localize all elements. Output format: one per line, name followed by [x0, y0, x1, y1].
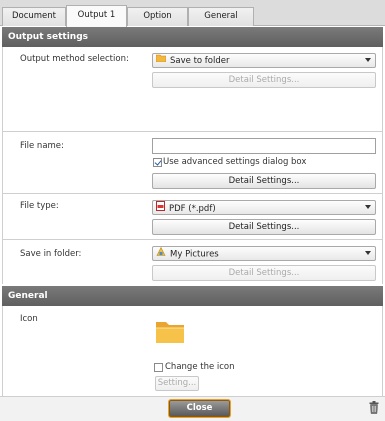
save-folder-detail-settings-button[interactable]: Detail Settings...	[152, 265, 376, 281]
change-icon-label[interactable]: Change the icon	[165, 362, 235, 372]
pictures-folder-icon	[156, 246, 166, 261]
divider	[2, 193, 383, 194]
chevron-down-icon	[365, 58, 371, 62]
output-settings-header: Output settings	[2, 27, 383, 47]
method-detail-settings-button[interactable]: Detail Settings...	[152, 72, 376, 88]
output-method-label: Output method selection:	[20, 54, 129, 64]
icon-label: Icon	[20, 314, 38, 324]
save-folder-value: My Pictures	[170, 249, 219, 260]
chevron-down-icon	[365, 205, 371, 209]
file-type-detail-settings-button[interactable]: Detail Settings...	[152, 219, 376, 235]
advanced-settings-checkbox[interactable]	[153, 158, 162, 167]
file-type-dropdown[interactable]: PDF (*.pdf)	[152, 200, 376, 215]
tab-general[interactable]: General	[188, 7, 254, 26]
chevron-down-icon	[365, 251, 371, 255]
file-type-label: File type:	[20, 201, 59, 211]
tab-document[interactable]: Document	[2, 7, 66, 26]
tab-output-1[interactable]: Output 1	[66, 5, 127, 27]
folder-preview-icon	[155, 318, 185, 344]
file-name-label: File name:	[20, 141, 64, 151]
output-method-dropdown[interactable]: Save to folder	[152, 53, 376, 68]
tab-bar: Document Output 1 Option General	[0, 0, 385, 27]
pdf-file-icon	[156, 201, 165, 216]
tab-option[interactable]: Option	[127, 7, 188, 26]
divider	[2, 239, 383, 240]
folder-icon	[155, 54, 167, 67]
file-name-detail-settings-button[interactable]: Detail Settings...	[152, 173, 376, 189]
file-name-input[interactable]	[152, 138, 376, 154]
icon-setting-button[interactable]: Setting...	[155, 376, 199, 391]
file-type-value: PDF (*.pdf)	[169, 204, 216, 214]
trash-icon[interactable]	[369, 401, 379, 414]
divider	[2, 131, 383, 132]
save-folder-label: Save in folder:	[20, 249, 82, 259]
output-method-value: Save to folder	[170, 56, 230, 66]
general-header: General	[2, 286, 383, 306]
advanced-settings-label[interactable]: Use advanced settings dialog box	[163, 157, 306, 167]
close-button[interactable]: Close	[169, 400, 230, 417]
save-folder-dropdown[interactable]: My Pictures	[152, 246, 376, 261]
change-icon-checkbox[interactable]	[154, 363, 163, 372]
